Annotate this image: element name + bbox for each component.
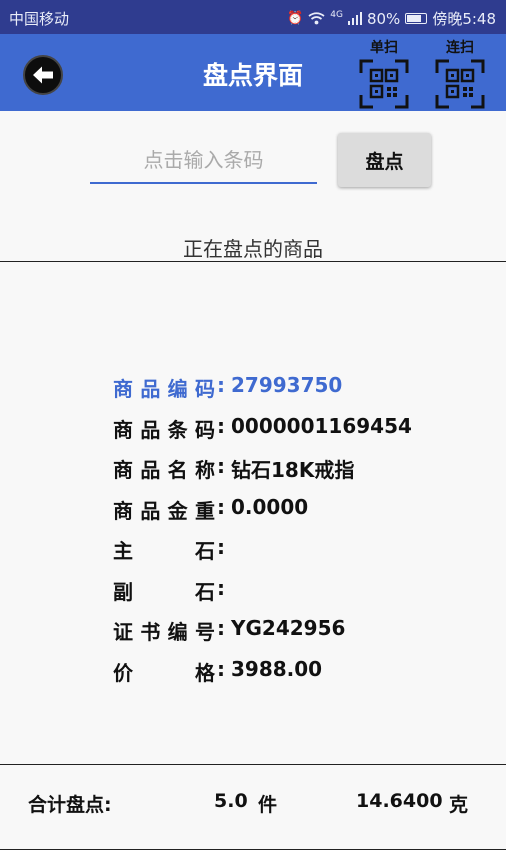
- info-row-label: 商品金重: [113, 498, 215, 523]
- summary-label: 合计盘点:: [28, 794, 112, 816]
- info-row: 商品编码:27993750: [113, 373, 412, 414]
- info-row-label: 价格: [113, 660, 215, 685]
- battery-icon: [405, 13, 428, 24]
- colon-separator: :: [217, 494, 225, 519]
- qr-scan-icon: [359, 59, 409, 109]
- qr-scan-icon: [435, 59, 485, 109]
- colon-separator: :: [217, 413, 225, 438]
- colon-separator: :: [217, 616, 225, 640]
- info-row-label: 商品名称: [113, 458, 215, 482]
- product-info: 商品编码:27993750 商品条码:0000001169454 商品名称: 钻石18…: [113, 373, 412, 697]
- info-row-label: 证书编号: [113, 620, 215, 644]
- info-row-label: 商品条码: [113, 417, 215, 442]
- colon-separator: :: [217, 656, 225, 681]
- info-row-value: 0000001169454: [231, 413, 412, 438]
- info-row-value: 0.0000: [231, 494, 309, 519]
- summary-count: 5.0: [214, 790, 248, 812]
- info-row-value: 钻石18K戒指: [231, 458, 355, 482]
- info-row: 证书编号: YG242956: [113, 616, 412, 657]
- divider: [0, 764, 506, 765]
- app-bar: 盘点界面 单扫 连扫: [0, 34, 506, 111]
- colon-separator: :: [217, 535, 225, 559]
- info-row: 副石:: [113, 576, 412, 617]
- network-type: 4G: [330, 9, 343, 20]
- info-row: 主石:: [113, 535, 412, 576]
- continuous-scan-button[interactable]: 连扫: [433, 37, 487, 109]
- alarm-icon: ⏰: [287, 11, 304, 26]
- info-row: 商品金重:0.0000: [113, 495, 412, 536]
- colon-separator: :: [217, 373, 225, 397]
- carrier-name: 中国移动: [9, 10, 70, 28]
- summary-weight-unit: 克: [449, 794, 469, 816]
- info-row: 商品名称: 钻石18K戒指: [113, 454, 412, 495]
- info-row-label: 商品编码: [113, 377, 215, 401]
- info-row-label: 副石: [113, 579, 215, 604]
- barcode-input[interactable]: [90, 138, 317, 184]
- signal-icon: [347, 12, 362, 25]
- status-bar: 中国移动 ⏰ 4G 80% 傍晚5:48: [0, 0, 506, 34]
- info-row-value: 3988.00: [231, 656, 323, 681]
- single-scan-label: 单扫: [370, 40, 398, 56]
- check-button[interactable]: 盘点: [338, 133, 431, 187]
- info-row-value: 27993750: [231, 373, 343, 397]
- info-row: 价格:3988.00: [113, 657, 412, 698]
- clock: 傍晚5:48: [432, 10, 496, 28]
- section-title: 正在盘点的商品: [183, 237, 323, 261]
- info-row: 商品条码:0000001169454: [113, 414, 412, 455]
- info-row-value: YG242956: [231, 616, 346, 640]
- battery-percent: 80%: [366, 9, 401, 28]
- colon-separator: :: [217, 575, 225, 600]
- summary-footer: 合计盘点: 5.0 件 14.6400 克: [0, 790, 506, 826]
- wifi-icon: [308, 12, 325, 25]
- continuous-scan-label: 连扫: [446, 40, 474, 56]
- status-icons: ⏰ 4G 80% 傍晚5:48: [287, 8, 496, 29]
- summary-count-unit: 件: [258, 794, 278, 816]
- single-scan-button[interactable]: 单扫: [357, 37, 411, 109]
- barcode-input-wrapper: [90, 138, 317, 186]
- info-row-label: 主石: [113, 539, 215, 563]
- page-title: 盘点界面: [202, 61, 303, 90]
- divider: [0, 261, 506, 262]
- summary-weight: 14.6400: [356, 790, 443, 812]
- colon-separator: :: [217, 454, 225, 478]
